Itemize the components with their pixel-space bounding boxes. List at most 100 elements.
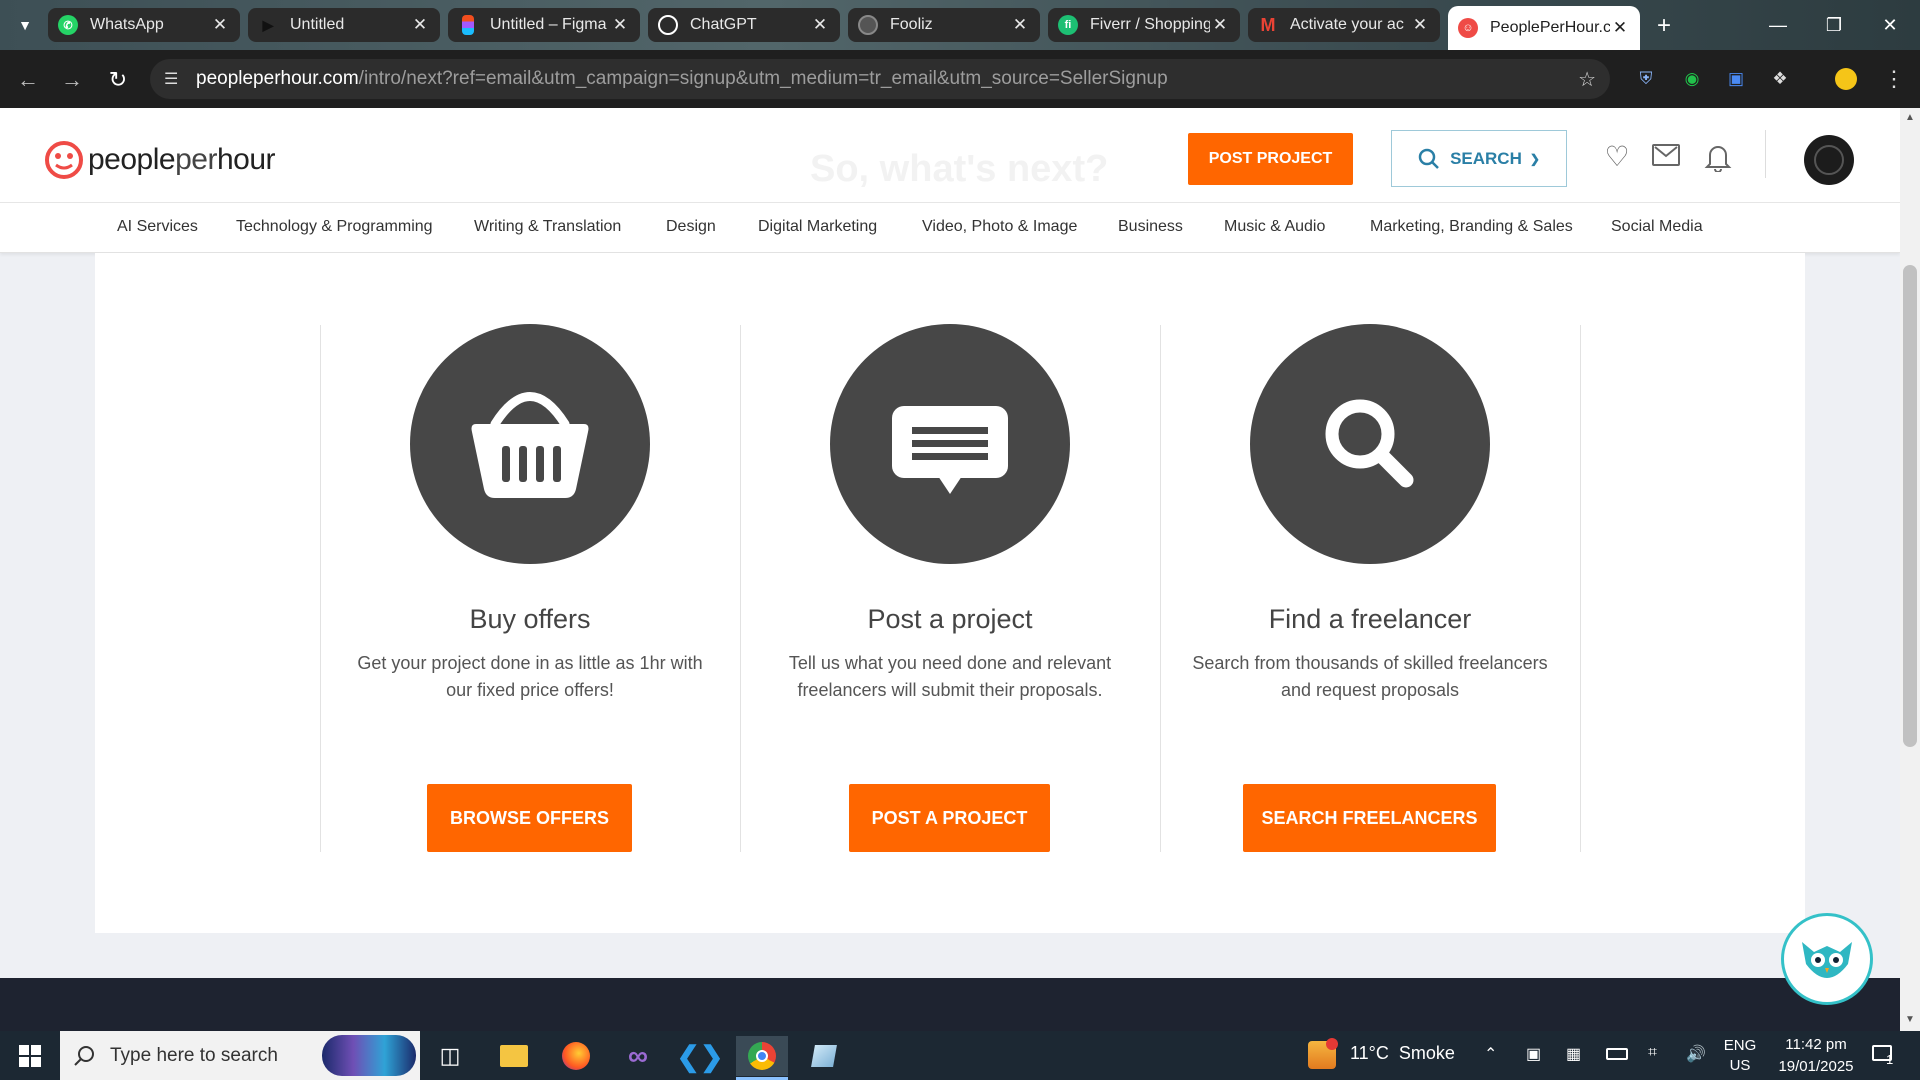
- category-marketing-branding-sales[interactable]: Marketing, Branding & Sales: [1370, 218, 1573, 236]
- chatbot-launcher[interactable]: [1781, 913, 1873, 1005]
- gmail-icon: M: [1260, 14, 1276, 35]
- clock[interactable]: 11:42 pm 19/01/2025: [1766, 1034, 1866, 1078]
- bookmark-star-icon[interactable]: ☆: [1578, 67, 1596, 92]
- notification-center-icon[interactable]: 1: [1870, 1040, 1900, 1070]
- browser-menu-icon[interactable]: ⋮: [1882, 66, 1906, 91]
- feature-desc-find-freelancer: Search from thousands of skilled freelan…: [1170, 650, 1570, 704]
- bell-icon[interactable]: [1704, 142, 1732, 173]
- feature-circle-find-freelancer: [1250, 324, 1490, 564]
- column-divider: [320, 325, 321, 852]
- app-cube-icon[interactable]: [798, 1036, 850, 1076]
- feature-circle-buy-offers: [410, 324, 650, 564]
- category-social-media[interactable]: Social Media: [1611, 218, 1703, 236]
- category-music-audio[interactable]: Music & Audio: [1224, 218, 1325, 236]
- feature-title-find-freelancer: Find a freelancer: [1268, 604, 1472, 634]
- search-dropdown-button[interactable]: SEARCH ❯: [1391, 130, 1567, 187]
- clipboard-extension-icon[interactable]: ▣: [1724, 67, 1748, 91]
- header-divider: [1765, 130, 1766, 178]
- feature-desc-buy-offers: Get your project done in as little as 1h…: [330, 650, 730, 704]
- play-icon: ▶: [262, 16, 274, 33]
- category-business[interactable]: Business: [1118, 218, 1183, 236]
- browse-offers-button[interactable]: BROWSE OFFERS: [427, 784, 632, 852]
- feature-desc-line: Search from thousands of skilled freelan…: [1192, 653, 1548, 673]
- close-icon[interactable]: ✕: [810, 15, 830, 35]
- openai-icon: [658, 15, 678, 35]
- windows-start-icon[interactable]: [4, 1036, 56, 1076]
- pph-icon: ☺: [1458, 18, 1478, 38]
- category-digital-marketing[interactable]: Digital Marketing: [758, 218, 877, 236]
- feature-title-post-project: Post a project: [867, 604, 1033, 634]
- category-technology-programming[interactable]: Technology & Programming: [236, 218, 433, 236]
- scroll-up-arrow[interactable]: ▲: [1903, 112, 1917, 124]
- category-video-photo-image[interactable]: Video, Photo & Image: [922, 218, 1077, 236]
- restore-button[interactable]: ❐: [1806, 0, 1862, 50]
- scrollbar-thumb[interactable]: [1903, 265, 1917, 747]
- tab-figma[interactable]: Untitled – Figma ✕: [448, 8, 640, 42]
- extensions-puzzle-icon[interactable]: ❖: [1768, 67, 1792, 91]
- post-project-header-button[interactable]: POST PROJECT: [1188, 133, 1353, 185]
- close-icon[interactable]: ✕: [610, 15, 630, 35]
- url-path: /intro/next?ref=email&utm_campaign=signu…: [358, 68, 1168, 89]
- eye-extension-icon[interactable]: ◉: [1680, 67, 1704, 91]
- chrome-icon[interactable]: [736, 1036, 788, 1076]
- battery-icon[interactable]: [1606, 1048, 1628, 1060]
- file-explorer-icon[interactable]: [488, 1036, 540, 1076]
- close-icon[interactable]: ✕: [210, 15, 230, 35]
- category-writing-translation[interactable]: Writing & Translation: [474, 218, 621, 236]
- category-ai-services[interactable]: AI Services: [117, 218, 198, 236]
- user-avatar[interactable]: [1804, 135, 1854, 185]
- fiverr-icon: fi: [1058, 15, 1078, 35]
- close-icon[interactable]: ✕: [1010, 15, 1030, 35]
- mail-icon[interactable]: [1652, 144, 1680, 166]
- shield-extension-icon[interactable]: ⛨: [1634, 67, 1658, 91]
- new-tab-button[interactable]: +: [1650, 12, 1678, 40]
- forward-arrow-icon[interactable]: →: [58, 66, 86, 94]
- close-window-button[interactable]: ✕: [1862, 0, 1918, 50]
- tab-fiverr[interactable]: fi Fiverr / Shopping ✕: [1048, 8, 1240, 42]
- logo-text-people: people: [88, 143, 176, 176]
- firefox-icon[interactable]: [550, 1036, 602, 1076]
- logo-text-hour: hour: [216, 143, 276, 176]
- task-view-icon[interactable]: ◫: [424, 1036, 476, 1076]
- tab-peopleperhour[interactable]: ☺ PeoplePerHour.c ✕: [1448, 6, 1640, 50]
- scroll-down-arrow[interactable]: ▼: [1903, 1014, 1917, 1026]
- pph-logo[interactable]: peopleperhour: [44, 140, 276, 180]
- tab-chatgpt[interactable]: ChatGPT ✕: [648, 8, 840, 42]
- visual-studio-icon[interactable]: ∞: [612, 1036, 664, 1076]
- site-footer: [0, 978, 1900, 1031]
- clock-date: 19/01/2025: [1778, 1058, 1854, 1075]
- column-divider: [1580, 325, 1581, 852]
- meet-now-icon[interactable]: ▣: [1526, 1044, 1541, 1064]
- back-arrow-icon[interactable]: ←: [14, 66, 42, 94]
- taskbar-search-placeholder: Type here to search: [110, 1044, 278, 1066]
- close-icon[interactable]: ✕: [1210, 15, 1230, 35]
- site-info-icon[interactable]: ☰: [164, 69, 178, 89]
- taskbar-search-box[interactable]: Type here to search: [60, 1031, 420, 1080]
- vscode-icon[interactable]: ❮❯: [674, 1036, 726, 1076]
- tab-untitled[interactable]: ▶ Untitled ✕: [248, 8, 440, 42]
- reload-icon[interactable]: ↻: [104, 66, 132, 94]
- volume-icon[interactable]: 🔊: [1686, 1044, 1706, 1064]
- tab-label: Fooliz: [890, 16, 933, 33]
- close-icon[interactable]: ✕: [1610, 18, 1630, 38]
- language-indicator[interactable]: ENG US: [1722, 1036, 1758, 1076]
- chat-bubble-icon: [892, 406, 1008, 494]
- search-freelancers-button[interactable]: SEARCH FREELANCERS: [1243, 784, 1496, 852]
- search-highlight-image: [322, 1035, 416, 1076]
- category-design[interactable]: Design: [666, 218, 716, 236]
- minimize-button[interactable]: —: [1750, 0, 1806, 50]
- address-bar[interactable]: ☰ peopleperhour.com/intro/next?ref=email…: [150, 59, 1610, 99]
- tab-fooliz[interactable]: Fooliz ✕: [848, 8, 1040, 42]
- close-icon[interactable]: ✕: [410, 15, 430, 35]
- weather-text[interactable]: 11°C Smoke: [1350, 1043, 1455, 1064]
- heart-icon[interactable]: ♡: [1602, 142, 1632, 172]
- tab-gmail[interactable]: M Activate your ac ✕: [1248, 8, 1440, 42]
- wifi-icon[interactable]: ⌗: [1648, 1044, 1657, 1062]
- tray-chevron-up-icon[interactable]: ⌃: [1484, 1044, 1497, 1064]
- profile-avatar[interactable]: [1834, 67, 1858, 91]
- close-icon[interactable]: ✕: [1410, 15, 1430, 35]
- tab-search-button[interactable]: ▼: [12, 12, 38, 38]
- display-icon[interactable]: ▦: [1566, 1044, 1581, 1064]
- tab-whatsapp[interactable]: ✆ WhatsApp ✕: [48, 8, 240, 42]
- post-a-project-button[interactable]: POST A PROJECT: [849, 784, 1050, 852]
